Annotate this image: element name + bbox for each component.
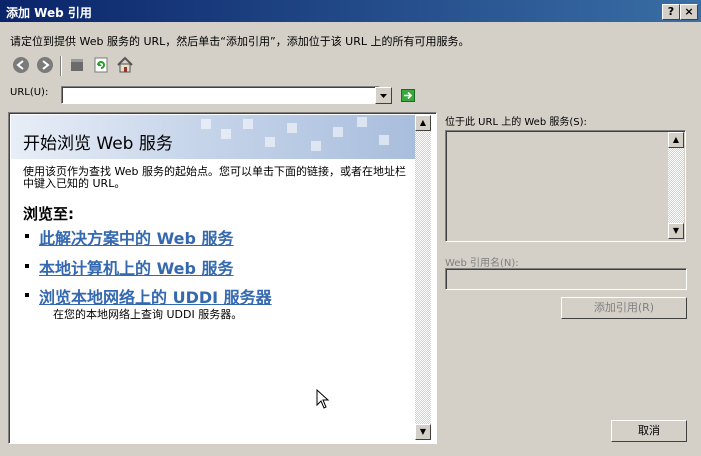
window-title: 添加 Web 引用 [6, 6, 92, 20]
banner-decoration [287, 123, 297, 133]
link-solution-services[interactable]: 此解决方案中的 Web 服务 [39, 229, 234, 248]
go-icon[interactable] [401, 89, 415, 102]
banner-decoration [221, 129, 231, 139]
scroll-up-button[interactable]: ▲ [668, 132, 684, 148]
help-button[interactable]: ? [662, 4, 680, 20]
banner-decoration [265, 137, 275, 147]
services-label: 位于此 URL 上的 Web 服务(S): [445, 117, 587, 128]
page-title: 开始浏览 Web 服务 [23, 134, 173, 154]
ref-name-label: Web 引用名(N): [445, 258, 519, 269]
page-banner: 开始浏览 Web 服务 [11, 115, 415, 159]
url-dropdown-button[interactable] [375, 87, 392, 104]
link-row: 此解决方案中的 Web 服务 [25, 225, 234, 249]
banner-decoration [311, 141, 321, 151]
url-input[interactable] [61, 86, 380, 104]
browser-pane[interactable]: 开始浏览 Web 服务 使用该页作为查找 Web 服务的起始点。您可以单击下面的… [8, 112, 437, 444]
bullet-icon [25, 264, 29, 268]
banner-decoration [357, 117, 367, 127]
link-local-services[interactable]: 本地计算机上的 Web 服务 [39, 259, 234, 278]
ref-name-input[interactable] [445, 268, 687, 290]
intro-text: 使用该页作为查找 Web 服务的起始点。您可以单击下面的链接，或者在地址栏中键入… [23, 165, 406, 190]
banner-decoration [243, 119, 253, 129]
scroll-up-button[interactable]: ▲ [415, 115, 431, 131]
banner-decoration [379, 135, 389, 145]
title-bar: 添加 Web 引用 ? × [0, 0, 701, 22]
scroll-down-button[interactable]: ▼ [415, 424, 431, 440]
browser-scrollbar[interactable]: ▲ ▼ [415, 115, 431, 440]
cancel-button[interactable]: 取消 [611, 420, 687, 442]
link-row: 本地计算机上的 Web 服务 [25, 255, 234, 279]
refresh-icon[interactable] [92, 56, 110, 74]
link-uddi-servers[interactable]: 浏览本地网络上的 UDDI 服务器 [39, 288, 272, 307]
banner-decoration [333, 127, 343, 137]
chevron-down-icon [380, 94, 387, 98]
stop-icon[interactable] [68, 56, 86, 74]
forward-icon[interactable] [36, 56, 54, 74]
close-button[interactable]: × [680, 4, 698, 20]
home-icon[interactable] [116, 56, 134, 74]
services-scrollbar[interactable]: ▲ ▼ [668, 132, 684, 239]
add-reference-button[interactable]: 添加引用(R) [561, 297, 687, 319]
link-subtext: 在您的本地网络上查询 UDDI 服务器。 [53, 308, 243, 321]
link-row: 浏览本地网络上的 UDDI 服务器 [25, 284, 272, 308]
services-list[interactable]: ▲ ▼ [445, 130, 686, 242]
scroll-down-button[interactable]: ▼ [668, 223, 684, 239]
url-label: URL(U): [10, 87, 49, 98]
mouse-cursor-icon [316, 389, 330, 409]
instruction-text: 请定位到提供 Web 服务的 URL，然后单击“添加引用”，添加位于该 URL … [10, 35, 470, 48]
bullet-icon [25, 234, 29, 238]
toolbar-separator [60, 56, 62, 76]
banner-decoration [201, 119, 211, 129]
back-icon[interactable] [12, 56, 30, 74]
bullet-icon [25, 293, 29, 297]
browse-heading: 浏览至: [23, 205, 74, 223]
